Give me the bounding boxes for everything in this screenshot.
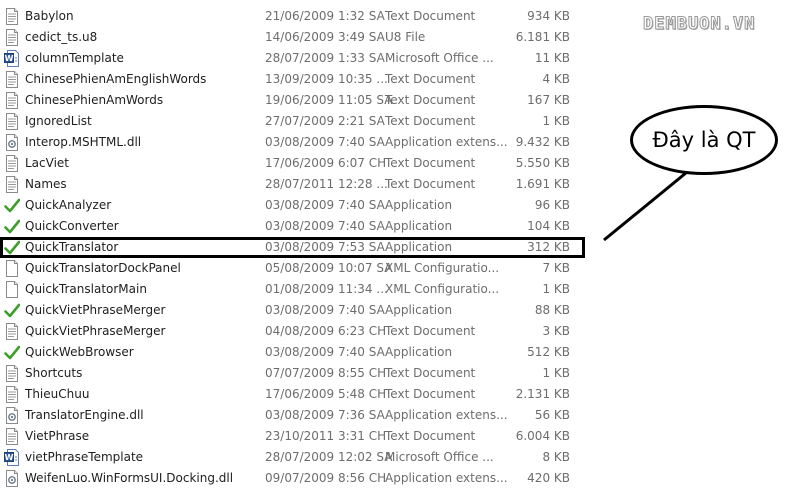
callout-pointer-line — [603, 166, 693, 242]
callout-bubble: Đây là QT — [630, 105, 778, 175]
callout-text: Đây là QT — [652, 128, 756, 152]
